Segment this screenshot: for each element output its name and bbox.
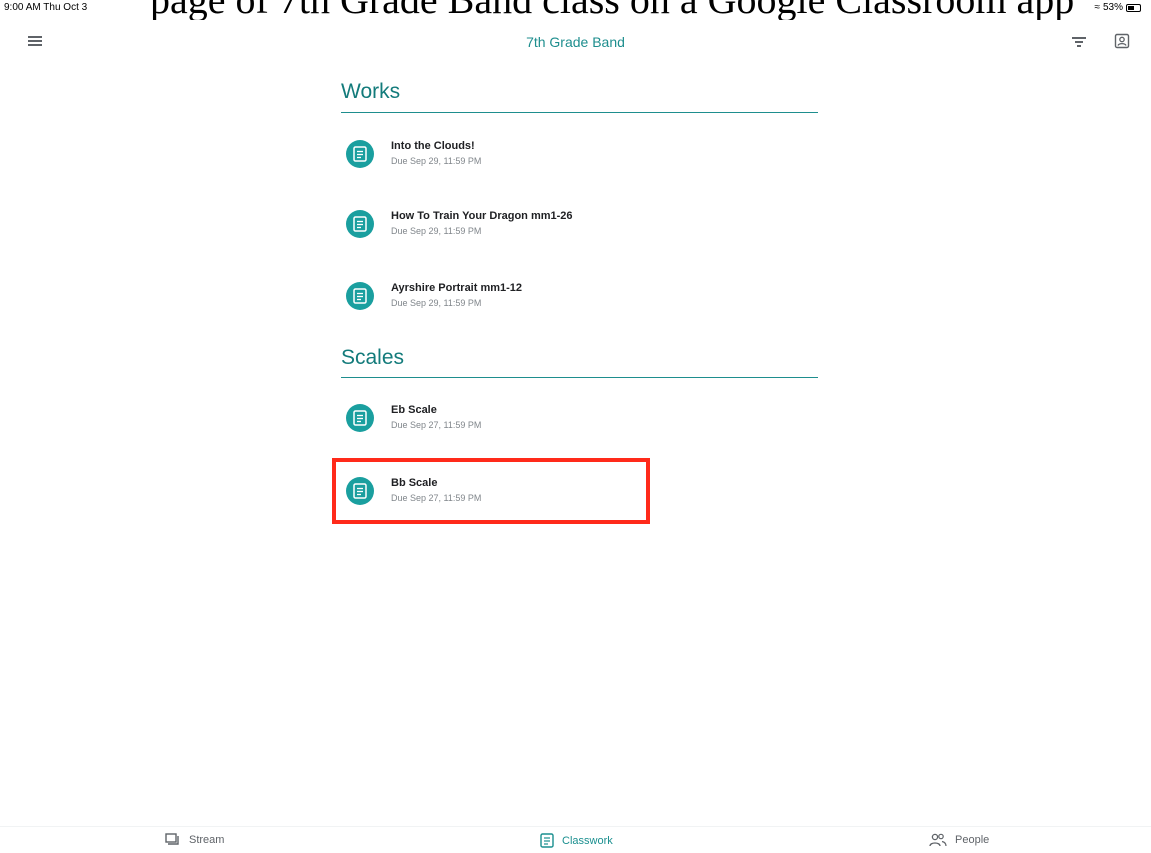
tab-stream[interactable]: Stream (165, 833, 224, 847)
status-bar: 9:00 AM Thu Oct 3 ≈ 53% (0, 0, 1151, 14)
assignment-icon (346, 210, 374, 238)
assignment-item[interactable]: Eb Scale Due Sep 27, 11:59 PM (341, 400, 641, 444)
assignment-title: Ayrshire Portrait mm1-12 (391, 282, 523, 294)
assignment-due-date: Due Sep 29, 11:59 PM (391, 298, 482, 308)
section-divider (341, 377, 818, 378)
section-title-scales: Scales (341, 346, 405, 369)
class-title: 7th Grade Band (526, 34, 625, 50)
tab-stream-label: Stream (189, 834, 225, 846)
people-icon (929, 833, 947, 847)
tab-people[interactable]: People (929, 833, 989, 847)
assignment-due-date: Due Sep 29, 11:59 PM (391, 226, 482, 236)
classwork-icon (540, 833, 554, 848)
top-app-bar: 7th Grade Band (0, 24, 1151, 62)
assignment-title: How To Train Your Dragon mm1-26 (391, 210, 573, 222)
assignment-item[interactable]: Ayrshire Portrait mm1-12 Due Sep 29, 11:… (341, 278, 641, 322)
assignment-icon (346, 404, 374, 432)
section-title-works: Works (341, 80, 401, 103)
assignment-due-date: Due Sep 29, 11:59 PM (391, 156, 482, 166)
section-divider (341, 112, 818, 113)
highlight-box (332, 458, 650, 524)
assignment-title: Eb Scale (391, 404, 437, 416)
status-indicators: ≈ 53% (1094, 2, 1141, 13)
filter-icon[interactable] (1072, 36, 1088, 48)
stream-icon (165, 833, 179, 845)
assignment-item[interactable]: How To Train Your Dragon mm1-26 Due Sep … (341, 206, 641, 250)
assignment-title: Into the Clouds! (391, 140, 475, 152)
tab-people-label: People (955, 834, 990, 846)
assignment-due-date: Due Sep 27, 11:59 PM (391, 420, 482, 430)
student-profile-icon[interactable] (1114, 33, 1130, 49)
assignment-icon (346, 282, 374, 310)
wifi-icon: ≈ (1094, 2, 1100, 13)
assignment-item[interactable]: Into the Clouds! Due Sep 29, 11:59 PM (341, 136, 641, 180)
assignment-icon (346, 140, 374, 168)
bottom-navigation: Stream Classwork People (0, 826, 1151, 853)
battery-icon (1126, 3, 1141, 12)
tab-classwork[interactable]: Classwork (540, 833, 613, 848)
tab-classwork-label: Classwork (562, 834, 613, 847)
status-time-date: 9:00 AM Thu Oct 3 (4, 2, 88, 13)
battery-percent: 53% (1102, 2, 1123, 13)
